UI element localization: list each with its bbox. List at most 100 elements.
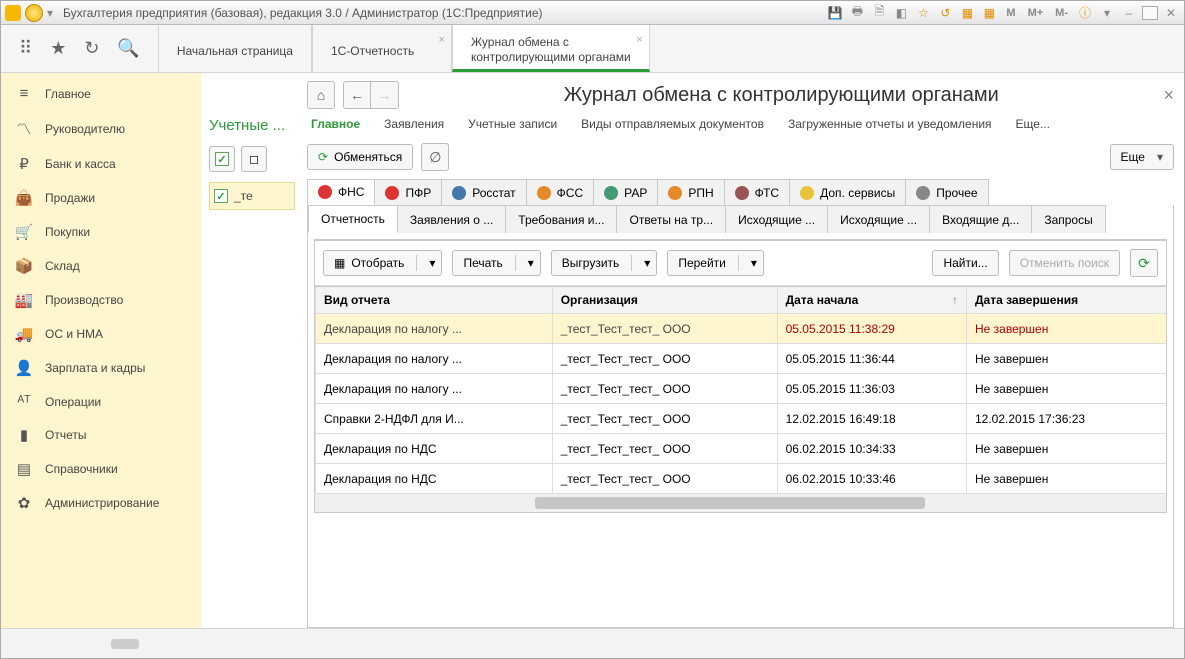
subcat-tab-2[interactable]: Требования и...	[506, 205, 617, 233]
home-button[interactable]: ⌂	[307, 81, 335, 109]
sidebar-item-11[interactable]: ▤Справочники	[1, 452, 201, 486]
apps-grid-icon[interactable]: ⠿	[19, 38, 32, 59]
select-all-button[interactable]: ✓	[209, 146, 235, 172]
account-row[interactable]: ✓ _те	[209, 182, 295, 210]
recipient-tab-2[interactable]: Росстат	[442, 179, 526, 205]
close-window-icon[interactable]: ✕	[1162, 4, 1180, 22]
sidebar-item-1[interactable]: 〽Руководителю	[1, 110, 201, 147]
subtab-2[interactable]: Учетные записи	[468, 117, 557, 131]
calculator-icon[interactable]: ▦	[958, 4, 976, 22]
calendar-icon[interactable]: ▦	[980, 4, 998, 22]
mem-m-button[interactable]: M	[1002, 7, 1019, 19]
table-row[interactable]: Декларация по налогу ..._тест_Тест_тест_…	[316, 314, 1167, 344]
print-icon[interactable]: 🖶	[848, 4, 866, 22]
minimize-icon[interactable]: –	[1120, 4, 1138, 22]
sidebar-item-0[interactable]: ≡Главное	[1, 77, 201, 110]
subcat-tab-6[interactable]: Входящие д...	[930, 205, 1032, 233]
clear-selection-button[interactable]: ◻	[241, 146, 267, 172]
maximize-icon[interactable]	[1142, 6, 1158, 20]
compare-icon[interactable]: ◧	[892, 4, 910, 22]
subcat-tab-3[interactable]: Ответы на тр...	[617, 205, 726, 233]
tab-close-icon[interactable]: ×	[439, 33, 445, 48]
recipient-tab-8[interactable]: Прочее	[906, 179, 988, 205]
subtab-1[interactable]: Заявления	[384, 117, 444, 131]
star-icon[interactable]: ★	[50, 38, 66, 59]
subcat-tab-1[interactable]: Заявления о ...	[398, 205, 506, 233]
subtab-5[interactable]: Еще...	[1016, 117, 1050, 131]
doc-icon[interactable]: 🗎	[870, 4, 888, 22]
exchange-button[interactable]: ⟳Обменяться	[307, 144, 413, 170]
resize-handle[interactable]	[111, 639, 139, 649]
scroll-thumb[interactable]	[535, 497, 925, 509]
find-button[interactable]: Найти...	[932, 250, 998, 276]
recipient-tab-7[interactable]: Доп. сервисы	[790, 179, 906, 205]
more-button[interactable]: Еще▾	[1110, 144, 1174, 170]
subtab-4[interactable]: Загруженные отчеты и уведомления	[788, 117, 992, 131]
history-icon[interactable]: ↺	[936, 4, 954, 22]
cancel-find-button[interactable]: Отменить поиск	[1009, 250, 1120, 276]
sidebar-item-4[interactable]: 🛒Покупки	[1, 215, 201, 249]
column-header-1[interactable]: Организация	[552, 287, 777, 314]
sidebar-item-2[interactable]: ₽Банк и касса	[1, 147, 201, 181]
column-header-2[interactable]: Дата начала↑	[777, 287, 966, 314]
subcat-tab-0[interactable]: Отчетность	[308, 205, 398, 233]
column-header-3[interactable]: Дата завершения	[966, 287, 1166, 314]
subcat-tab-4[interactable]: Исходящие ...	[726, 205, 828, 233]
sidebar-item-10[interactable]: ▮Отчеты	[1, 418, 201, 452]
filter-button[interactable]: ▦ Отобрать▾	[323, 250, 442, 276]
title-dropdown-icon[interactable]: ▾	[47, 6, 59, 20]
recipient-tab-0[interactable]: ФНС	[307, 179, 375, 205]
tab-close-icon[interactable]: ×	[636, 33, 642, 48]
recipient-tab-3[interactable]: ФСС	[527, 179, 594, 205]
nav-forward-button[interactable]: →	[371, 81, 399, 109]
goto-button[interactable]: Перейти▾	[667, 250, 764, 276]
recipient-tab-1[interactable]: ПФР	[375, 179, 442, 205]
panel-close-icon[interactable]: ×	[1163, 85, 1174, 106]
subtab-3[interactable]: Виды отправляемых документов	[581, 117, 764, 131]
save-icon[interactable]: 💾	[826, 4, 844, 22]
favorite-icon[interactable]: ☆	[914, 4, 932, 22]
report-grid[interactable]: Вид отчетаОрганизацияДата начала↑Дата за…	[315, 286, 1166, 494]
history-list-icon[interactable]: ↻	[84, 38, 99, 59]
table-row[interactable]: Справки 2-НДФЛ для И..._тест_Тест_тест_ …	[316, 404, 1167, 434]
search-icon[interactable]: 🔍	[117, 38, 139, 59]
sidebar-label: Банк и касса	[45, 157, 116, 171]
mem-mplus-button[interactable]: M+	[1024, 7, 1048, 19]
tab-home[interactable]: Начальная страница	[158, 25, 312, 72]
strike-button[interactable]: ∅	[421, 143, 449, 171]
sidebar-item-5[interactable]: 📦Склад	[1, 249, 201, 283]
sidebar-item-3[interactable]: 👜Продажи	[1, 181, 201, 215]
app-circle-icon[interactable]	[25, 4, 43, 22]
recipient-tab-6[interactable]: ФТС	[725, 179, 790, 205]
table-row[interactable]: Декларация по НДС_тест_Тест_тест_ ООО06.…	[316, 434, 1167, 464]
sidebar-item-6[interactable]: 🏭Производство	[1, 283, 201, 317]
print-button[interactable]: Печать▾	[452, 250, 540, 276]
column-header-0[interactable]: Вид отчета	[316, 287, 553, 314]
info-dropdown-icon[interactable]: ▾	[1098, 4, 1116, 22]
cell: _тест_Тест_тест_ ООО	[552, 434, 777, 464]
recipient-tab-5[interactable]: РПН	[658, 179, 724, 205]
nav-back-button[interactable]: ←	[343, 81, 371, 109]
table-row[interactable]: Декларация по налогу ..._тест_Тест_тест_…	[316, 374, 1167, 404]
info-icon[interactable]: ⓘ	[1076, 4, 1094, 22]
sidebar-item-8[interactable]: 👤Зарплата и кадры	[1, 351, 201, 385]
recipient-tab-4[interactable]: РАР	[594, 179, 658, 205]
tab-exchange-journal[interactable]: Журнал обмена сконтролирующими органами×	[452, 25, 650, 72]
refresh-button[interactable]: ⟳	[1130, 249, 1158, 277]
cell: 06.02.2015 10:34:33	[777, 434, 966, 464]
subtab-0[interactable]: Главное	[311, 117, 360, 131]
sidebar-label: Отчеты	[45, 428, 86, 442]
recipient-label: Доп. сервисы	[820, 186, 895, 200]
sidebar-item-9[interactable]: ᴬᵀОперации	[1, 385, 201, 418]
table-row[interactable]: Декларация по НДС_тест_Тест_тест_ ООО06.…	[316, 464, 1167, 494]
export-button[interactable]: Выгрузить▾	[551, 250, 658, 276]
sidebar-item-7[interactable]: 🚚ОС и НМА	[1, 317, 201, 351]
mem-mminus-button[interactable]: M-	[1051, 7, 1072, 19]
sidebar-item-12[interactable]: ✿Администрирование	[1, 486, 201, 520]
subcat-tab-7[interactable]: Запросы	[1032, 205, 1105, 233]
account-checkbox[interactable]: ✓	[214, 189, 228, 203]
table-row[interactable]: Декларация по налогу ..._тест_Тест_тест_…	[316, 344, 1167, 374]
horizontal-scrollbar[interactable]	[315, 494, 1166, 512]
subcat-tab-5[interactable]: Исходящие ...	[828, 205, 930, 233]
tab-reporting[interactable]: 1С-Отчетность×	[312, 25, 452, 72]
